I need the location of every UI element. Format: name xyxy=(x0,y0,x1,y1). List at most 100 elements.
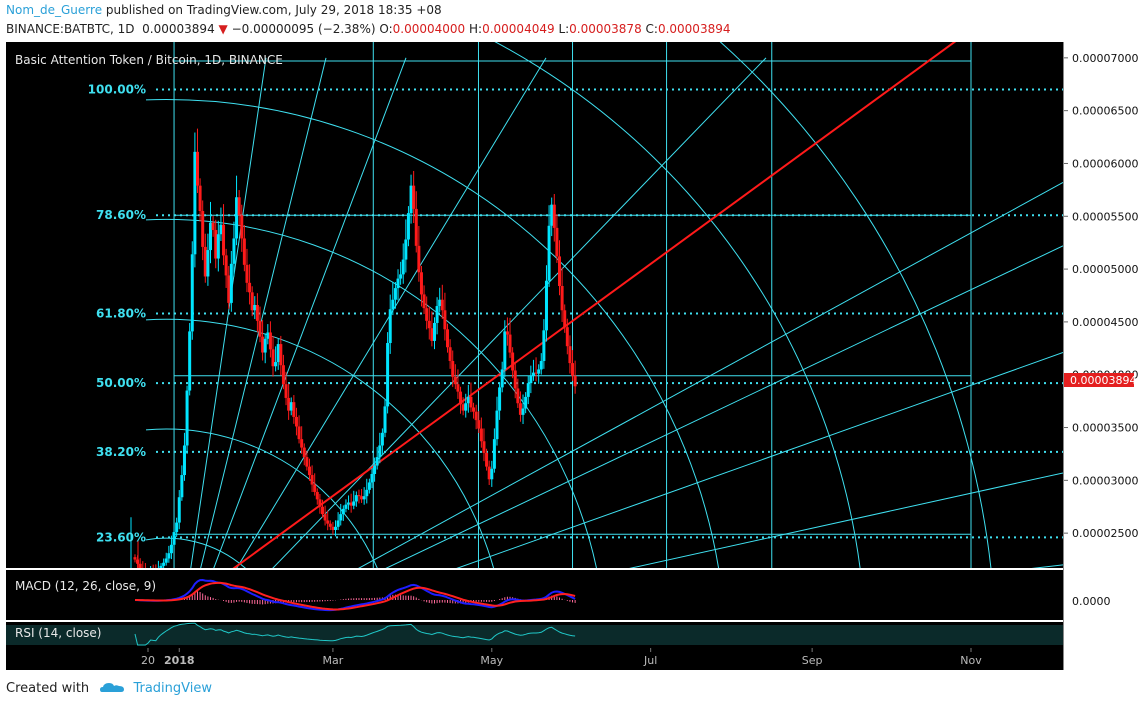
candle-body xyxy=(516,388,520,404)
candle-body xyxy=(503,331,507,370)
candle-body xyxy=(302,447,306,458)
candle-body xyxy=(537,369,541,374)
candle-body xyxy=(300,439,304,448)
candle-body xyxy=(386,343,390,407)
candle-body xyxy=(446,329,450,348)
macd-title: MACD (12, 26, close, 9) xyxy=(15,579,156,593)
tradingview-link[interactable]: TradingView xyxy=(133,681,212,696)
candle-body xyxy=(216,234,220,259)
candle-body xyxy=(281,365,285,385)
candle-body xyxy=(544,280,548,331)
y-tick-label: 0.00005500 xyxy=(1072,210,1138,223)
fib-level-label: 38.20% xyxy=(96,445,146,459)
y-tick-label: 0.00003000 xyxy=(1072,474,1138,487)
y-tick-label: 0.00003500 xyxy=(1072,422,1138,435)
candle-body xyxy=(430,328,434,341)
candle-body xyxy=(438,299,442,307)
candle-body xyxy=(490,468,494,480)
y-tick-label: 0.00005000 xyxy=(1072,263,1138,276)
candle-body xyxy=(323,514,327,521)
candle-body xyxy=(485,452,489,467)
candle-body xyxy=(396,278,400,289)
candle-body xyxy=(565,327,569,347)
candle-body xyxy=(245,264,249,283)
y-tick-label: 0.00004500 xyxy=(1072,316,1138,329)
candle-body xyxy=(422,294,426,309)
fib-level-label: 23.60% xyxy=(96,530,146,544)
candle-body xyxy=(224,255,228,276)
candle-body xyxy=(459,391,463,405)
candle-body xyxy=(167,553,171,559)
publish-text: published on TradingView.com, July 29, 2… xyxy=(105,3,442,17)
candle-body xyxy=(495,410,499,440)
candle-body xyxy=(193,151,197,255)
author-link[interactable]: Nom_de_Guerre xyxy=(6,3,102,17)
close-value: 0.00003894 xyxy=(657,22,731,36)
candle-body xyxy=(347,502,351,505)
candle-body xyxy=(526,383,530,397)
candle-body xyxy=(201,210,205,247)
candle-body xyxy=(354,495,358,502)
candle-body xyxy=(542,330,546,361)
candle-body xyxy=(568,346,572,364)
candle-body xyxy=(336,520,340,527)
candle-body xyxy=(539,360,543,370)
candle-body xyxy=(261,336,265,353)
candle-body xyxy=(175,522,179,533)
main-pane xyxy=(6,42,1063,568)
candle-body xyxy=(477,420,481,429)
y-tick-label: 0.00006500 xyxy=(1072,105,1138,118)
candle-body xyxy=(388,309,392,344)
macd-value-label: 0.0000 xyxy=(1072,595,1111,608)
candle-body xyxy=(292,402,296,417)
candle-body xyxy=(198,185,202,211)
candle-body xyxy=(469,396,473,408)
fib-level-label: 50.00% xyxy=(96,376,146,390)
candle-body xyxy=(425,308,429,321)
candle-body xyxy=(162,562,166,566)
chart-frame[interactable]: 100.00% 78.60% 61.80% 50.00% 38.20% 23.60% 0.… xyxy=(6,42,1142,670)
candle-body xyxy=(253,305,257,311)
close-label: C: xyxy=(645,22,658,36)
candle-body xyxy=(214,230,218,259)
candle-body xyxy=(138,563,142,568)
high-label: H: xyxy=(469,22,483,36)
candle-body xyxy=(258,320,262,337)
candle-body xyxy=(555,227,559,257)
candle-body xyxy=(206,250,210,277)
x-tick-label: Jul xyxy=(643,654,657,667)
candle-body xyxy=(271,349,275,367)
publish-info: Nom_de_Guerre published on TradingView.c… xyxy=(6,3,442,17)
candle-body xyxy=(401,259,405,275)
candle-body xyxy=(558,256,561,286)
down-arrow-icon: ▼ xyxy=(218,22,228,36)
y-tick-label: 0.00007000 xyxy=(1072,52,1138,65)
candle-body xyxy=(380,432,384,446)
candle-body xyxy=(169,544,173,554)
candle-body xyxy=(498,387,502,411)
low-label: L: xyxy=(558,22,570,36)
candle-body xyxy=(505,331,509,335)
candle-body xyxy=(531,372,535,376)
candle-body xyxy=(266,332,270,339)
price-chart[interactable]: 100.00% 78.60% 61.80% 50.00% 38.20% 23.60% 0.… xyxy=(6,42,1142,670)
candle-body xyxy=(399,274,403,279)
candle-body xyxy=(328,523,332,527)
candle-body xyxy=(464,403,468,411)
candle-body xyxy=(250,292,254,311)
candle-body xyxy=(466,396,470,404)
candle-body xyxy=(331,526,335,530)
candle-body xyxy=(414,208,418,246)
price-axis xyxy=(1064,42,1142,670)
candle-body xyxy=(339,514,343,521)
candle-body xyxy=(279,344,283,366)
candle-body xyxy=(404,239,408,260)
candle-body xyxy=(284,384,288,398)
candle-body xyxy=(313,484,317,492)
candle-body xyxy=(521,408,525,415)
candle-body xyxy=(297,426,301,440)
candle-body xyxy=(432,322,436,341)
candle-body xyxy=(375,457,379,466)
candle-body xyxy=(255,305,259,321)
candle-body xyxy=(443,310,447,330)
